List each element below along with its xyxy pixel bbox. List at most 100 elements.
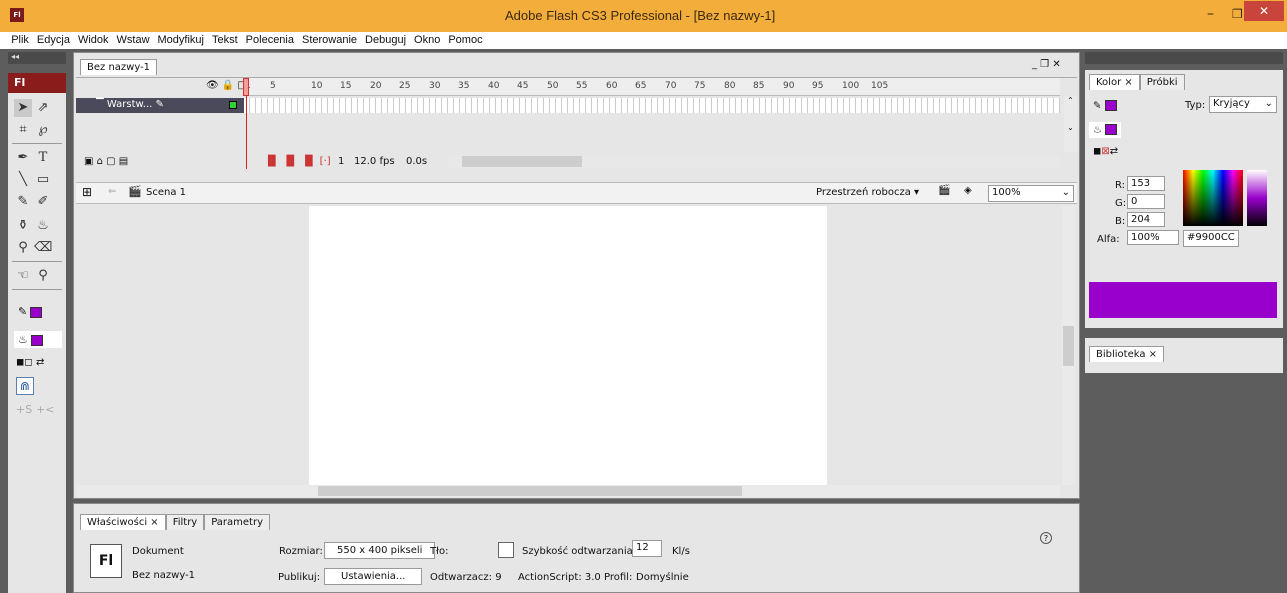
- toolbox-header[interactable]: ◂◂: [8, 52, 66, 64]
- zoom-select[interactable]: 100% ⌄: [988, 185, 1074, 202]
- rectangle-tool-icon[interactable]: ▭: [34, 171, 52, 189]
- profile-value: Domyślnie: [636, 572, 689, 583]
- tab-properties[interactable]: Właściwości ×: [80, 514, 166, 530]
- layer-color-icon[interactable]: [229, 101, 237, 109]
- brush-tool-icon[interactable]: ✐: [34, 193, 52, 211]
- frame-number: 95: [812, 81, 824, 91]
- minimize-button[interactable]: –: [1207, 6, 1214, 22]
- alpha-input[interactable]: 100%: [1127, 230, 1179, 245]
- hex-input[interactable]: #9900CC: [1183, 230, 1239, 247]
- bucket-icon: ♨: [1093, 124, 1102, 136]
- chevron-down-icon: ⌄: [1264, 98, 1273, 109]
- help-icon[interactable]: ?: [1040, 532, 1052, 544]
- edit-scene-icon[interactable]: 🎬: [938, 185, 950, 196]
- selection-tool-icon[interactable]: ➤: [14, 99, 32, 117]
- menu-okno[interactable]: Okno: [410, 32, 444, 46]
- menu-edycja[interactable]: Edycja: [33, 32, 74, 46]
- document-tab[interactable]: Bez nazwy-1: [80, 59, 158, 75]
- tab-library[interactable]: Biblioteka ×: [1089, 346, 1165, 362]
- stroke-color-swatch: [30, 306, 43, 318]
- free-transform-tool-icon[interactable]: ⌗: [14, 121, 32, 139]
- document-window: Bez nazwy-1 _ ❐ ✕ 👁 🔒 □ 1 5 10 15 20 25 …: [73, 52, 1080, 499]
- zoom-tool-icon[interactable]: ⚲: [34, 267, 52, 285]
- timeline-vscroll[interactable]: ⌃ ⌄: [1064, 96, 1077, 152]
- g-input[interactable]: 0: [1127, 194, 1165, 209]
- menu-wstaw[interactable]: Wstaw: [113, 32, 154, 46]
- stage-hscroll[interactable]: [76, 485, 1060, 497]
- background-color-swatch[interactable]: [498, 542, 514, 558]
- fill-color-control[interactable]: ♨: [14, 331, 62, 348]
- type-select[interactable]: Kryjący ⌄: [1209, 96, 1277, 113]
- default-colors-icon[interactable]: ◼◻: [16, 357, 33, 368]
- size-button[interactable]: 550 x 400 pikseli: [324, 542, 436, 559]
- r-input[interactable]: 153: [1127, 176, 1165, 191]
- line-tool-icon[interactable]: ╲: [14, 171, 32, 189]
- playhead-marker[interactable]: [243, 78, 249, 96]
- fill-color-control[interactable]: ♨: [1089, 122, 1122, 138]
- ink-bottle-tool-icon[interactable]: ⚱: [14, 217, 32, 235]
- fps-input[interactable]: 12: [632, 540, 662, 557]
- workspace-menu[interactable]: Przestrzeń robocza ▾: [816, 187, 919, 198]
- onion-skin-icons[interactable]: ▐▌ ▐▌ ▐▌ [·]: [264, 156, 331, 167]
- right-panel-header[interactable]: [1085, 52, 1283, 64]
- tab-filters[interactable]: Filtry: [165, 514, 205, 530]
- color-mode-icons[interactable]: ◼⊠⇄: [1093, 146, 1118, 157]
- frame-number: 65: [635, 81, 647, 91]
- straighten-icon[interactable]: +<: [36, 403, 54, 416]
- fill-color-swatch: [31, 334, 44, 346]
- frame-number: 100: [842, 81, 860, 91]
- window-controls[interactable]: _ ❐ ✕: [1032, 59, 1061, 70]
- smooth-icon[interactable]: +S: [16, 403, 32, 416]
- pen-tool-icon[interactable]: ✒: [14, 149, 32, 167]
- tab-parameters[interactable]: Parametry: [204, 514, 271, 530]
- menu-tekst[interactable]: Tekst: [208, 32, 242, 46]
- menu-debuguj[interactable]: Debuguj: [361, 32, 410, 46]
- stroke-color-control[interactable]: ✎: [1093, 100, 1117, 112]
- timeline-hscroll[interactable]: [448, 155, 1060, 168]
- eye-icon[interactable]: 👁: [206, 80, 219, 91]
- frame-number: 50: [547, 81, 559, 91]
- settings-button[interactable]: Ustawienia...: [324, 568, 423, 585]
- menu-polecenia[interactable]: Polecenia: [242, 32, 298, 46]
- swap-colors-icon[interactable]: ⇄: [36, 357, 44, 368]
- hand-tool-icon[interactable]: ☜: [14, 267, 32, 285]
- frame-grid[interactable]: [244, 98, 1060, 113]
- current-frame: 1: [338, 156, 345, 167]
- color-tabs: Kolor × Próbki: [1089, 74, 1185, 90]
- app-icon[interactable]: Fl: [10, 8, 24, 22]
- tab-color[interactable]: Kolor ×: [1089, 74, 1140, 90]
- flash-logo: Fl: [8, 73, 66, 93]
- lasso-tool-icon[interactable]: ℘: [34, 121, 52, 139]
- timeline-footer: ▣ ⌂ ▢ ▤ ▐▌ ▐▌ ▐▌ [·] 1 12.0 fps 0.0s: [76, 155, 1077, 170]
- divider: [12, 289, 62, 290]
- close-button[interactable]: ✕: [1244, 1, 1284, 21]
- tab-swatches[interactable]: Próbki: [1139, 74, 1185, 90]
- menu-plik[interactable]: Plik: [7, 32, 33, 46]
- brightness-slider[interactable]: [1247, 170, 1267, 226]
- menu-pomoc[interactable]: Pomoc: [444, 32, 486, 46]
- back-arrow-icon[interactable]: ⇐: [108, 186, 116, 197]
- snap-to-objects-icon[interactable]: ⋒: [16, 377, 34, 395]
- g-label: G:: [1115, 198, 1127, 209]
- lock-icon[interactable]: 🔒: [222, 80, 234, 91]
- layer-buttons-icon[interactable]: ▣ ⌂ ▢ ▤: [84, 156, 128, 167]
- edit-symbol-icon[interactable]: ◈: [964, 185, 972, 196]
- eraser-tool-icon[interactable]: ⌫: [34, 239, 52, 257]
- pencil-tool-icon[interactable]: ✎: [14, 193, 32, 211]
- stage-vscroll[interactable]: [1062, 206, 1075, 485]
- color-spectrum[interactable]: [1183, 170, 1243, 226]
- menu-widok[interactable]: Widok: [74, 32, 113, 46]
- stage[interactable]: [309, 206, 827, 485]
- stroke-color-control[interactable]: ✎: [18, 305, 43, 318]
- menu-modyfikuj[interactable]: Modyfikuj: [154, 32, 208, 46]
- eyedropper-tool-icon[interactable]: ⚲: [14, 239, 32, 257]
- maximize-button[interactable]: ❐: [1232, 7, 1243, 21]
- layer-row[interactable]: ▔ Warstw... ✎: [76, 98, 244, 113]
- timeline-toggle-icon[interactable]: ⊞: [82, 185, 92, 199]
- b-input[interactable]: 204: [1127, 212, 1165, 227]
- paint-bucket-tool-icon[interactable]: ♨: [34, 217, 52, 235]
- menu-sterowanie[interactable]: Sterowanie: [298, 32, 361, 46]
- scene-label[interactable]: Scena 1: [146, 187, 186, 198]
- text-tool-icon[interactable]: T: [34, 149, 52, 167]
- subselection-tool-icon[interactable]: ⇗: [34, 99, 52, 117]
